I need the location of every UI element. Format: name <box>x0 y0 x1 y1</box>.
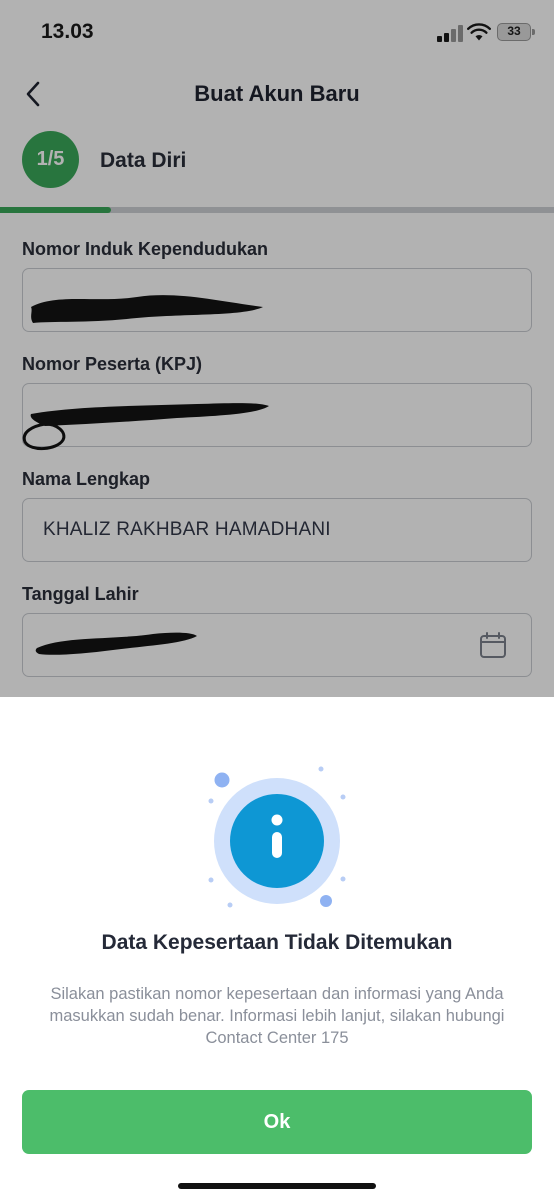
modal-backdrop[interactable] <box>0 0 554 697</box>
ok-button-label: Ok <box>263 1110 291 1133</box>
dialog-title: Data Kepesertaan Tidak Ditemukan <box>101 931 453 954</box>
home-indicator[interactable] <box>178 1183 376 1189</box>
dialog-message: Silakan pastikan nomor kepesertaan dan i… <box>49 985 505 1047</box>
screen: 13.03 33 Buat Akun Baru 1/5 Data Diri No… <box>0 0 554 1200</box>
ok-button[interactable]: Ok <box>22 1090 532 1154</box>
info-icon <box>208 766 346 908</box>
